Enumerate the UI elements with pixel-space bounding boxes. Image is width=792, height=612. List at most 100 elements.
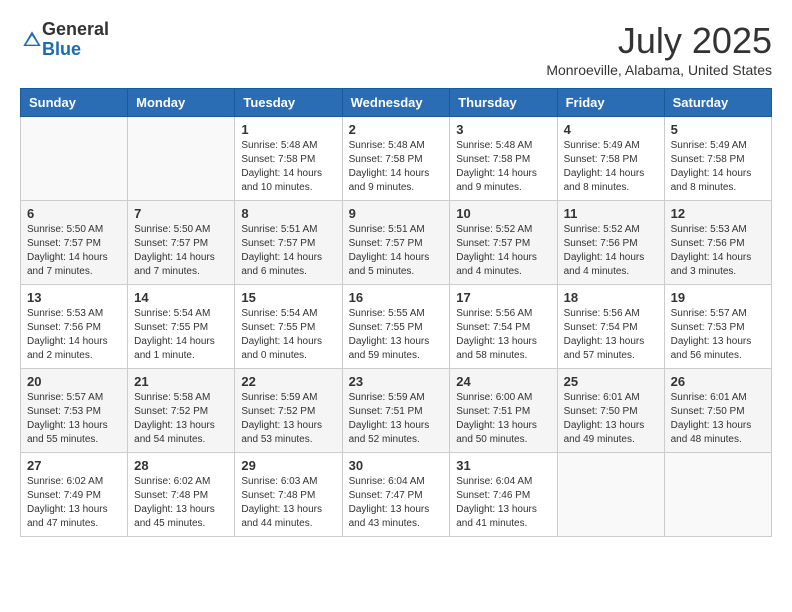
- day-info: Sunrise: 5:56 AM Sunset: 7:54 PM Dayligh…: [456, 307, 550, 363]
- day-info: Sunrise: 5:49 AM Sunset: 7:58 PM Dayligh…: [564, 139, 658, 195]
- day-number: 3: [456, 122, 550, 137]
- day-number: 19: [671, 290, 765, 305]
- day-number: 17: [456, 290, 550, 305]
- header-monday: Monday: [128, 89, 235, 117]
- day-cell: 20Sunrise: 5:57 AM Sunset: 7:53 PM Dayli…: [21, 369, 128, 453]
- day-info: Sunrise: 5:54 AM Sunset: 7:55 PM Dayligh…: [134, 307, 228, 363]
- day-cell: [557, 453, 664, 537]
- day-number: 4: [564, 122, 658, 137]
- day-cell: 1Sunrise: 5:48 AM Sunset: 7:58 PM Daylig…: [235, 117, 342, 201]
- day-number: 9: [349, 206, 444, 221]
- day-info: Sunrise: 6:01 AM Sunset: 7:50 PM Dayligh…: [671, 391, 765, 447]
- day-info: Sunrise: 5:52 AM Sunset: 7:56 PM Dayligh…: [564, 223, 658, 279]
- day-cell: [664, 453, 771, 537]
- day-info: Sunrise: 6:04 AM Sunset: 7:47 PM Dayligh…: [349, 475, 444, 531]
- day-cell: [21, 117, 128, 201]
- day-cell: [128, 117, 235, 201]
- day-info: Sunrise: 6:02 AM Sunset: 7:48 PM Dayligh…: [134, 475, 228, 531]
- day-info: Sunrise: 5:50 AM Sunset: 7:57 PM Dayligh…: [27, 223, 121, 279]
- day-cell: 22Sunrise: 5:59 AM Sunset: 7:52 PM Dayli…: [235, 369, 342, 453]
- day-cell: 7 Sunrise: 5:50 AM Sunset: 7:57 PM Daylig…: [128, 201, 235, 285]
- title-area: July 2025 Monroeville, Alabama, United S…: [546, 20, 772, 78]
- header-friday: Friday: [557, 89, 664, 117]
- day-cell: 18 Sunrise: 5:56 AM Sunset: 7:54 PM Dayli…: [557, 285, 664, 369]
- logo-blue: Blue: [42, 40, 109, 60]
- month-title: July 2025: [546, 20, 772, 62]
- day-number: 13: [27, 290, 121, 305]
- day-cell: 3 Sunrise: 5:48 AM Sunset: 7:58 PM Daylig…: [450, 117, 557, 201]
- day-cell: 16 Sunrise: 5:55 AM Sunset: 7:55 PM Dayli…: [342, 285, 450, 369]
- logo-text: General Blue: [42, 20, 109, 60]
- day-cell: 28 Sunrise: 6:02 AM Sunset: 7:48 PM Dayli…: [128, 453, 235, 537]
- header-tuesday: Tuesday: [235, 89, 342, 117]
- header-wednesday: Wednesday: [342, 89, 450, 117]
- day-cell: 8Sunrise: 5:51 AM Sunset: 7:57 PM Daylig…: [235, 201, 342, 285]
- day-info: Sunrise: 6:01 AM Sunset: 7:50 PM Dayligh…: [564, 391, 658, 447]
- day-number: 12: [671, 206, 765, 221]
- day-number: 10: [456, 206, 550, 221]
- logo-icon: [22, 30, 42, 50]
- day-number: 16: [349, 290, 444, 305]
- day-cell: 6Sunrise: 5:50 AM Sunset: 7:57 PM Daylig…: [21, 201, 128, 285]
- day-info: Sunrise: 5:50 AM Sunset: 7:57 PM Dayligh…: [134, 223, 228, 279]
- header-sunday: Sunday: [21, 89, 128, 117]
- day-cell: 10 Sunrise: 5:52 AM Sunset: 7:57 PM Dayli…: [450, 201, 557, 285]
- day-number: 5: [671, 122, 765, 137]
- day-info: Sunrise: 5:59 AM Sunset: 7:51 PM Dayligh…: [349, 391, 444, 447]
- logo: General Blue: [20, 20, 109, 60]
- day-cell: 29 Sunrise: 6:03 AM Sunset: 7:48 PM Dayli…: [235, 453, 342, 537]
- week-row-5: 27 Sunrise: 6:02 AM Sunset: 7:49 PM Dayli…: [21, 453, 772, 537]
- day-number: 27: [27, 458, 121, 473]
- day-cell: 12 Sunrise: 5:53 AM Sunset: 7:56 PM Dayli…: [664, 201, 771, 285]
- day-info: Sunrise: 5:51 AM Sunset: 7:57 PM Dayligh…: [349, 223, 444, 279]
- day-cell: 23 Sunrise: 5:59 AM Sunset: 7:51 PM Dayli…: [342, 369, 450, 453]
- week-row-3: 13 Sunrise: 5:53 AM Sunset: 7:56 PM Dayli…: [21, 285, 772, 369]
- day-info: Sunrise: 6:00 AM Sunset: 7:51 PM Dayligh…: [456, 391, 550, 447]
- day-cell: 21 Sunrise: 5:58 AM Sunset: 7:52 PM Dayli…: [128, 369, 235, 453]
- day-number: 21: [134, 374, 228, 389]
- day-number: 11: [564, 206, 658, 221]
- day-number: 26: [671, 374, 765, 389]
- day-info: Sunrise: 5:56 AM Sunset: 7:54 PM Dayligh…: [564, 307, 658, 363]
- day-cell: 31 Sunrise: 6:04 AM Sunset: 7:46 PM Dayli…: [450, 453, 557, 537]
- week-row-2: 6Sunrise: 5:50 AM Sunset: 7:57 PM Daylig…: [21, 201, 772, 285]
- day-info: Sunrise: 5:55 AM Sunset: 7:55 PM Dayligh…: [349, 307, 444, 363]
- day-info: Sunrise: 5:48 AM Sunset: 7:58 PM Dayligh…: [349, 139, 444, 195]
- day-number: 31: [456, 458, 550, 473]
- logo-general: General: [42, 20, 109, 40]
- day-number: 7: [134, 206, 228, 221]
- header-row: SundayMondayTuesdayWednesdayThursdayFrid…: [21, 89, 772, 117]
- week-row-1: 1Sunrise: 5:48 AM Sunset: 7:58 PM Daylig…: [21, 117, 772, 201]
- day-number: 29: [241, 458, 335, 473]
- day-cell: 30 Sunrise: 6:04 AM Sunset: 7:47 PM Dayli…: [342, 453, 450, 537]
- day-number: 30: [349, 458, 444, 473]
- day-cell: 27 Sunrise: 6:02 AM Sunset: 7:49 PM Dayli…: [21, 453, 128, 537]
- day-info: Sunrise: 5:53 AM Sunset: 7:56 PM Dayligh…: [27, 307, 121, 363]
- day-info: Sunrise: 5:48 AM Sunset: 7:58 PM Dayligh…: [241, 139, 335, 195]
- day-number: 23: [349, 374, 444, 389]
- day-number: 22: [241, 374, 335, 389]
- calendar: SundayMondayTuesdayWednesdayThursdayFrid…: [20, 88, 772, 537]
- day-cell: 9 Sunrise: 5:51 AM Sunset: 7:57 PM Daylig…: [342, 201, 450, 285]
- day-info: Sunrise: 6:02 AM Sunset: 7:49 PM Dayligh…: [27, 475, 121, 531]
- header-thursday: Thursday: [450, 89, 557, 117]
- day-number: 15: [241, 290, 335, 305]
- day-number: 25: [564, 374, 658, 389]
- day-info: Sunrise: 6:03 AM Sunset: 7:48 PM Dayligh…: [241, 475, 335, 531]
- day-number: 28: [134, 458, 228, 473]
- day-number: 18: [564, 290, 658, 305]
- day-cell: 4 Sunrise: 5:49 AM Sunset: 7:58 PM Daylig…: [557, 117, 664, 201]
- day-info: Sunrise: 5:53 AM Sunset: 7:56 PM Dayligh…: [671, 223, 765, 279]
- day-info: Sunrise: 5:48 AM Sunset: 7:58 PM Dayligh…: [456, 139, 550, 195]
- day-info: Sunrise: 5:49 AM Sunset: 7:58 PM Dayligh…: [671, 139, 765, 195]
- day-info: Sunrise: 5:58 AM Sunset: 7:52 PM Dayligh…: [134, 391, 228, 447]
- day-info: Sunrise: 6:04 AM Sunset: 7:46 PM Dayligh…: [456, 475, 550, 531]
- day-number: 24: [456, 374, 550, 389]
- day-number: 14: [134, 290, 228, 305]
- day-info: Sunrise: 5:54 AM Sunset: 7:55 PM Dayligh…: [241, 307, 335, 363]
- header-saturday: Saturday: [664, 89, 771, 117]
- day-info: Sunrise: 5:52 AM Sunset: 7:57 PM Dayligh…: [456, 223, 550, 279]
- location: Monroeville, Alabama, United States: [546, 62, 772, 78]
- day-cell: 2Sunrise: 5:48 AM Sunset: 7:58 PM Daylig…: [342, 117, 450, 201]
- day-cell: 19Sunrise: 5:57 AM Sunset: 7:53 PM Dayli…: [664, 285, 771, 369]
